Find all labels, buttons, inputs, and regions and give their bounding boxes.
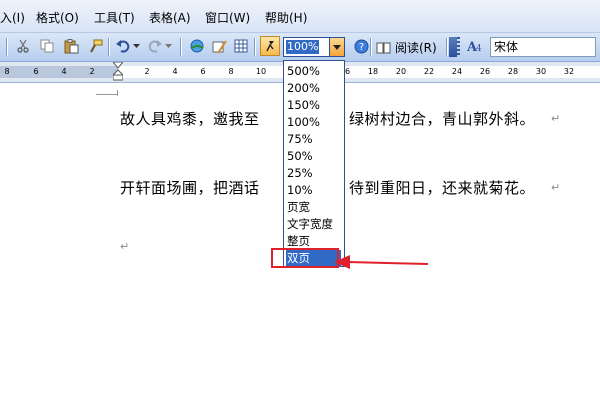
show-hide-marks-icon[interactable] bbox=[260, 36, 280, 56]
ruler-number: 18 bbox=[367, 67, 379, 76]
zoom-dropdown-list: 500% 200% 150% 100% 75% 50% 25% 10% 页宽 文… bbox=[283, 60, 345, 267]
ruler-number: 22 bbox=[423, 67, 435, 76]
doc-line-2-left: 开轩面场圃，把酒话 bbox=[120, 179, 260, 197]
doc-line-1-right: 绿树村边合，青山郭外斜。 bbox=[349, 110, 536, 128]
zoom-option-25[interactable]: 25% bbox=[286, 165, 341, 182]
ruler-number: 26 bbox=[479, 67, 491, 76]
svg-text:4: 4 bbox=[476, 44, 482, 53]
ruler-number: 20 bbox=[395, 67, 407, 76]
menu-table[interactable]: 表格(A) bbox=[149, 9, 191, 26]
paste-icon[interactable] bbox=[62, 37, 80, 55]
toolbar-grip[interactable] bbox=[457, 37, 460, 57]
ruler-number: 8 bbox=[4, 67, 10, 76]
menu-tools[interactable]: 工具(T) bbox=[94, 9, 135, 26]
read-button[interactable]: 阅读(R) bbox=[376, 38, 437, 56]
ruler-number: 8 bbox=[228, 67, 234, 76]
ruler-number: 2 bbox=[144, 67, 150, 76]
annotation-highlight-box bbox=[271, 248, 339, 268]
zoom-value: 100% bbox=[286, 40, 320, 54]
svg-text:?: ? bbox=[358, 42, 363, 53]
toolbar-separator bbox=[446, 38, 447, 56]
ruler-number: 6 bbox=[33, 67, 39, 76]
tables-borders-icon[interactable] bbox=[210, 37, 228, 55]
zoom-option-100[interactable]: 100% bbox=[286, 114, 341, 131]
hyperlink-icon[interactable] bbox=[188, 37, 206, 55]
chevron-down-icon bbox=[333, 44, 341, 50]
margin-corner-mark bbox=[117, 90, 118, 96]
ruler-number: 4 bbox=[172, 67, 178, 76]
redo-dropdown-icon[interactable] bbox=[163, 37, 173, 55]
undo-icon[interactable] bbox=[114, 37, 132, 55]
redo-icon[interactable] bbox=[146, 37, 164, 55]
zoom-option-500[interactable]: 500% bbox=[286, 63, 341, 80]
toolbar-separator bbox=[254, 38, 255, 56]
toolbar-separator bbox=[370, 38, 371, 56]
book-icon bbox=[376, 42, 391, 53]
menu-bar: 入(I) 格式(O) 工具(T) 表格(A) 窗口(W) 帮助(H) bbox=[0, 0, 600, 33]
menu-help[interactable]: 帮助(H) bbox=[265, 9, 307, 26]
toolbar-options-icon[interactable] bbox=[449, 37, 457, 57]
undo-dropdown-icon[interactable] bbox=[131, 37, 141, 55]
cut-icon[interactable] bbox=[14, 37, 32, 55]
indent-marker-icon[interactable] bbox=[113, 62, 123, 82]
ruler-number: 6 bbox=[200, 67, 206, 76]
ruler-number: 32 bbox=[563, 67, 575, 76]
zoom-option-200[interactable]: 200% bbox=[286, 80, 341, 97]
styles-icon[interactable]: A4 bbox=[466, 37, 484, 55]
paragraph-mark: ↵ bbox=[551, 181, 561, 194]
insert-table-icon[interactable] bbox=[232, 37, 250, 55]
font-name-field[interactable]: 宋体 bbox=[490, 37, 596, 57]
ruler-number: 30 bbox=[535, 67, 547, 76]
doc-line-1-left: 故人具鸡黍，邀我至 bbox=[120, 110, 260, 128]
menu-insert[interactable]: 入(I) bbox=[0, 9, 25, 26]
read-label: 阅读(R) bbox=[395, 40, 437, 55]
doc-line-2-right: 待到重阳日，还来就菊花。 bbox=[349, 179, 536, 197]
zoom-option-page-width[interactable]: 页宽 bbox=[286, 199, 341, 216]
annotation-arrow-icon bbox=[334, 255, 429, 269]
format-painter-icon[interactable] bbox=[86, 37, 104, 55]
menu-window[interactable]: 窗口(W) bbox=[205, 9, 250, 26]
zoom-dropdown-button[interactable] bbox=[329, 37, 345, 57]
ruler-number: 24 bbox=[451, 67, 463, 76]
copy-icon[interactable] bbox=[38, 37, 56, 55]
toolbar-separator bbox=[180, 38, 181, 56]
paragraph-mark: ↵ bbox=[120, 240, 130, 253]
toolbar-separator bbox=[6, 38, 7, 56]
toolbar-separator bbox=[108, 38, 109, 56]
ruler-number: 10 bbox=[255, 67, 267, 76]
ruler-number: 2 bbox=[89, 67, 95, 76]
margin-corner-mark bbox=[96, 94, 118, 95]
zoom-option-text-width[interactable]: 文字宽度 bbox=[286, 216, 341, 233]
zoom-option-75[interactable]: 75% bbox=[286, 131, 341, 148]
zoom-option-150[interactable]: 150% bbox=[286, 97, 341, 114]
ruler-number: 28 bbox=[507, 67, 519, 76]
ruler-number: 4 bbox=[61, 67, 67, 76]
zoom-option-10[interactable]: 10% bbox=[286, 182, 341, 199]
paragraph-mark: ↵ bbox=[551, 112, 561, 125]
zoom-option-50[interactable]: 50% bbox=[286, 148, 341, 165]
help-icon[interactable]: ? bbox=[352, 37, 370, 55]
menu-format[interactable]: 格式(O) bbox=[36, 9, 79, 26]
